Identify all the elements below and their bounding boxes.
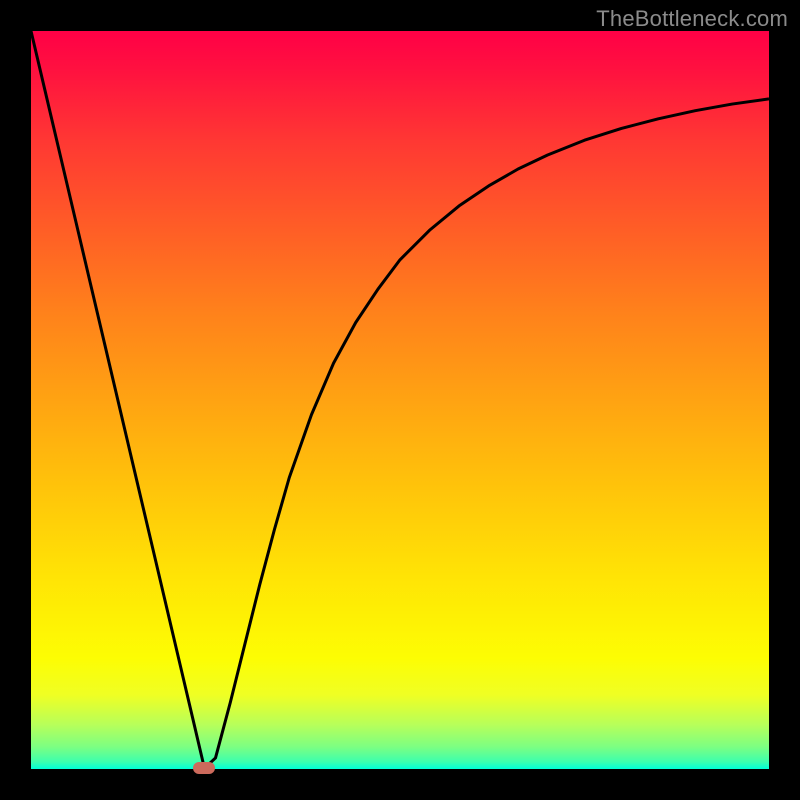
plot-area [31, 31, 769, 769]
bottleneck-curve [31, 31, 769, 768]
watermark-text: TheBottleneck.com [596, 6, 788, 32]
optimal-marker [193, 762, 215, 774]
curve-layer [31, 31, 769, 769]
chart-frame: TheBottleneck.com [0, 0, 800, 800]
